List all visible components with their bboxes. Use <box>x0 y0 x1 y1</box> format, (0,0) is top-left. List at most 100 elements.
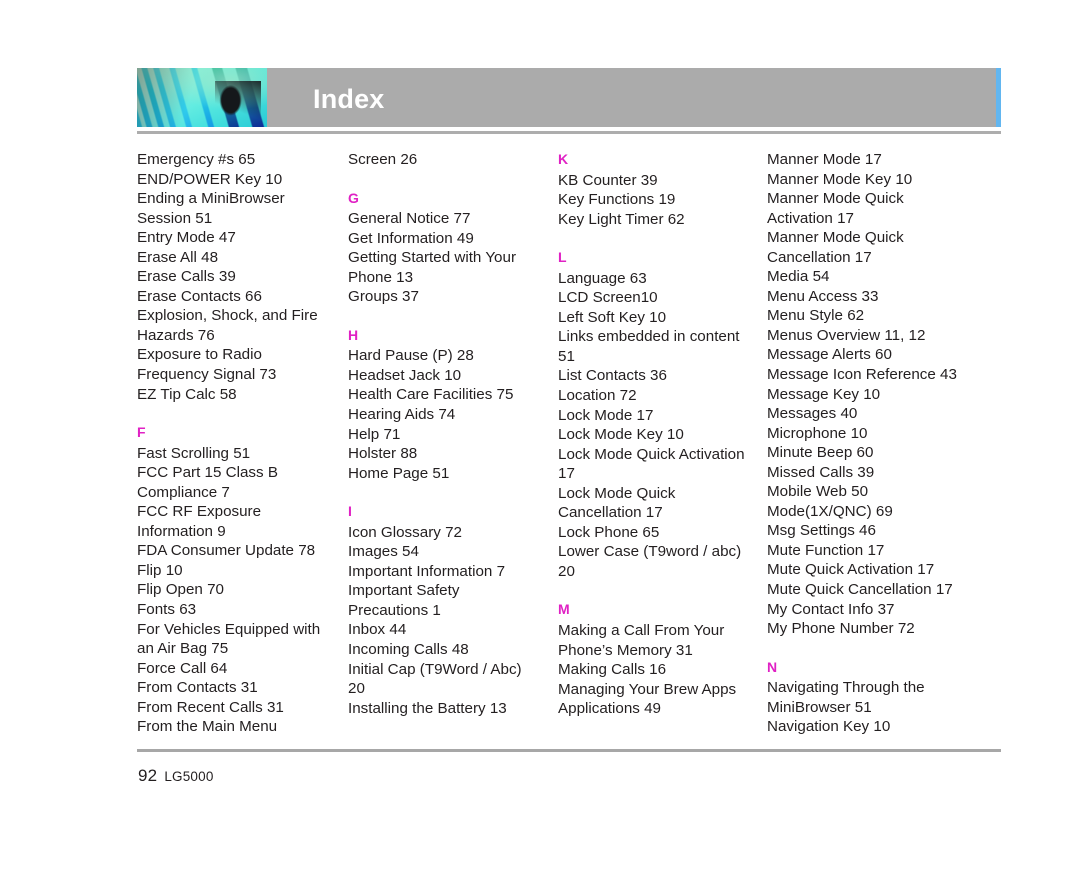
index-entry: Mute Quick Cancellation 17 <box>767 581 953 599</box>
index-entry: Menu Access 33 <box>767 287 879 305</box>
index-entry: Installing the Battery 13 <box>348 699 507 717</box>
index-entry: 51 <box>558 347 575 365</box>
index-entry: END/POWER Key 10 <box>137 170 283 188</box>
index-letter-heading: M <box>558 601 570 618</box>
index-entry: Messages 40 <box>767 405 858 423</box>
index-entry: Key Functions 19 <box>558 191 676 209</box>
index-entry: Menu Style 62 <box>767 307 865 325</box>
index-entry: FCC Part 15 Class B <box>137 464 278 482</box>
footer-page-number: 92 <box>138 766 158 785</box>
index-entry: Mute Quick Activation 17 <box>767 561 935 579</box>
index-entry: Making Calls 16 <box>558 661 667 679</box>
index-entry: Explosion, Shock, and Fire <box>137 307 318 325</box>
index-column: K KB Counter 39 Key Functions 19 Key Light … <box>558 150 748 719</box>
index-entry: Fast Scrolling 51 <box>137 444 251 462</box>
index-entry: FDA Consumer Update 78 <box>137 542 316 560</box>
index-entry: Entry Mode 47 <box>137 229 236 247</box>
index-entry: Frequency Signal 73 <box>137 366 277 384</box>
index-entry: Erase Calls 39 <box>137 268 236 286</box>
page-header: Index <box>137 68 1001 127</box>
index-entry: Minute Beep 60 <box>767 444 874 462</box>
index-entry: 17 <box>558 465 575 483</box>
index-entry: Help 71 <box>348 425 401 443</box>
index-entry: Manner Mode Quick <box>767 229 904 247</box>
index-entry: From the Main Menu <box>137 718 278 736</box>
index-entry: Images 54 <box>348 543 419 561</box>
index-entry: Lock Mode Key 10 <box>558 426 684 444</box>
index-column: Manner Mode 17 Manner Mode Key 10 Manner M… <box>767 150 957 737</box>
index-letter-heading: F <box>137 424 146 441</box>
index-entry: an Air Bag 75 <box>137 640 229 658</box>
index-entry: Health Care Facilities 75 <box>348 386 514 404</box>
index-entry: Flip Open 70 <box>137 581 224 599</box>
index-column: Screen 26 G General Notice 77 Get Informati… <box>348 150 538 718</box>
index-entry: Manner Mode Quick <box>767 190 904 208</box>
index-entry: Groups 37 <box>348 288 419 306</box>
index-entry: Missed Calls 39 <box>767 463 875 481</box>
index-entry: From Contacts 31 <box>137 679 258 697</box>
index-entry: Message Key 10 <box>767 385 881 403</box>
index-entry: Information 9 <box>137 522 226 540</box>
header-photo-icon <box>137 68 267 127</box>
index-entry: Erase Contacts 66 <box>137 287 262 305</box>
header-divider <box>137 131 1001 134</box>
index-entry: Message Icon Reference 43 <box>767 366 957 384</box>
index-entry: Ending a MiniBrowser <box>137 190 285 208</box>
index-entry: Making a Call From Your <box>558 622 725 640</box>
index-entry: Navigating Through the <box>767 679 925 697</box>
index-entry: My Contact Info 37 <box>767 600 895 618</box>
index-entry: 20 <box>558 562 575 580</box>
index-entry: Microphone 10 <box>767 424 868 442</box>
index-entry: Initial Cap (T9Word / Abc) 20 <box>348 660 526 698</box>
index-entry: Lower Case (T9word / abc) <box>558 543 742 561</box>
index-entry: Hazards 76 <box>137 326 215 344</box>
index-entry: Media 54 <box>767 268 830 286</box>
index-entry: Mode(1X/QNC) 69 <box>767 502 893 520</box>
index-entry: Manner Mode 17 <box>767 151 882 168</box>
index-entry: EZ Tip Calc 58 <box>137 385 237 403</box>
index-letter-heading: G <box>348 189 359 206</box>
index-entry: Inbox 44 <box>348 621 407 639</box>
index-letter-heading: H <box>348 326 358 343</box>
index-letter-heading: I <box>348 503 352 520</box>
index-entry: Menus Overview 11, 12 <box>767 326 926 344</box>
index-entry: Lock Mode Quick Activation <box>558 445 745 463</box>
index-entry: KB Counter 39 <box>558 171 658 189</box>
index-entry: Cancellation 17 <box>558 504 663 522</box>
index-entry: For Vehicles Equipped with <box>137 620 321 638</box>
index-entry: Emergency #s 65 <box>137 151 256 168</box>
index-entry: Fonts 63 <box>137 601 197 619</box>
page-title: Index <box>313 84 385 114</box>
index-entry: Incoming Calls 48 <box>348 641 469 659</box>
index-entry: Session 51 <box>137 209 213 227</box>
index-entry: Applications 49 <box>558 700 662 718</box>
index-entry: Managing Your Brew Apps <box>558 680 737 698</box>
index-entry: Mobile Web 50 <box>767 483 869 501</box>
index-entry: General Notice 77 <box>348 210 471 228</box>
index-column: Emergency #s 65 END/POWER Key 10 Ending a … <box>137 150 327 737</box>
index-entry: Msg Settings 46 <box>767 522 876 540</box>
index-entry: Links embedded in content <box>558 328 740 346</box>
index-entry: Key Light Timer 62 <box>558 210 685 228</box>
index-page: Index Emergency #s 65 END/POWER Key 10 End… <box>0 0 1080 883</box>
index-entry: Important Information 7 <box>348 562 506 580</box>
index-entry: Screen 26 <box>348 151 418 168</box>
index-entry: From Recent Calls 31 <box>137 698 284 716</box>
index-entry: Cancellation 17 <box>767 248 872 266</box>
index-entry: Get Information 49 <box>348 229 474 247</box>
index-entry: Left Soft Key 10 <box>558 308 667 326</box>
index-letter-heading: N <box>767 658 777 675</box>
index-entry: LCD Screen10 <box>558 289 658 307</box>
index-entry: Lock Mode 17 <box>558 406 654 424</box>
index-entry: Headset Jack 10 <box>348 366 462 384</box>
page-footer: 92 LG5000 <box>138 766 214 786</box>
index-entry: Exposure to Radio <box>137 346 262 364</box>
index-entry: Flip 10 <box>137 561 183 579</box>
index-entry: Lock Phone 65 <box>558 523 660 541</box>
index-entry: Manner Mode Key 10 <box>767 170 913 188</box>
index-entry: Mute Function 17 <box>767 541 885 559</box>
index-entry: Activation 17 <box>767 209 854 227</box>
header-accent-strip <box>996 68 1001 127</box>
footer-divider <box>137 749 1001 752</box>
index-entry: Important Safety <box>348 582 460 600</box>
